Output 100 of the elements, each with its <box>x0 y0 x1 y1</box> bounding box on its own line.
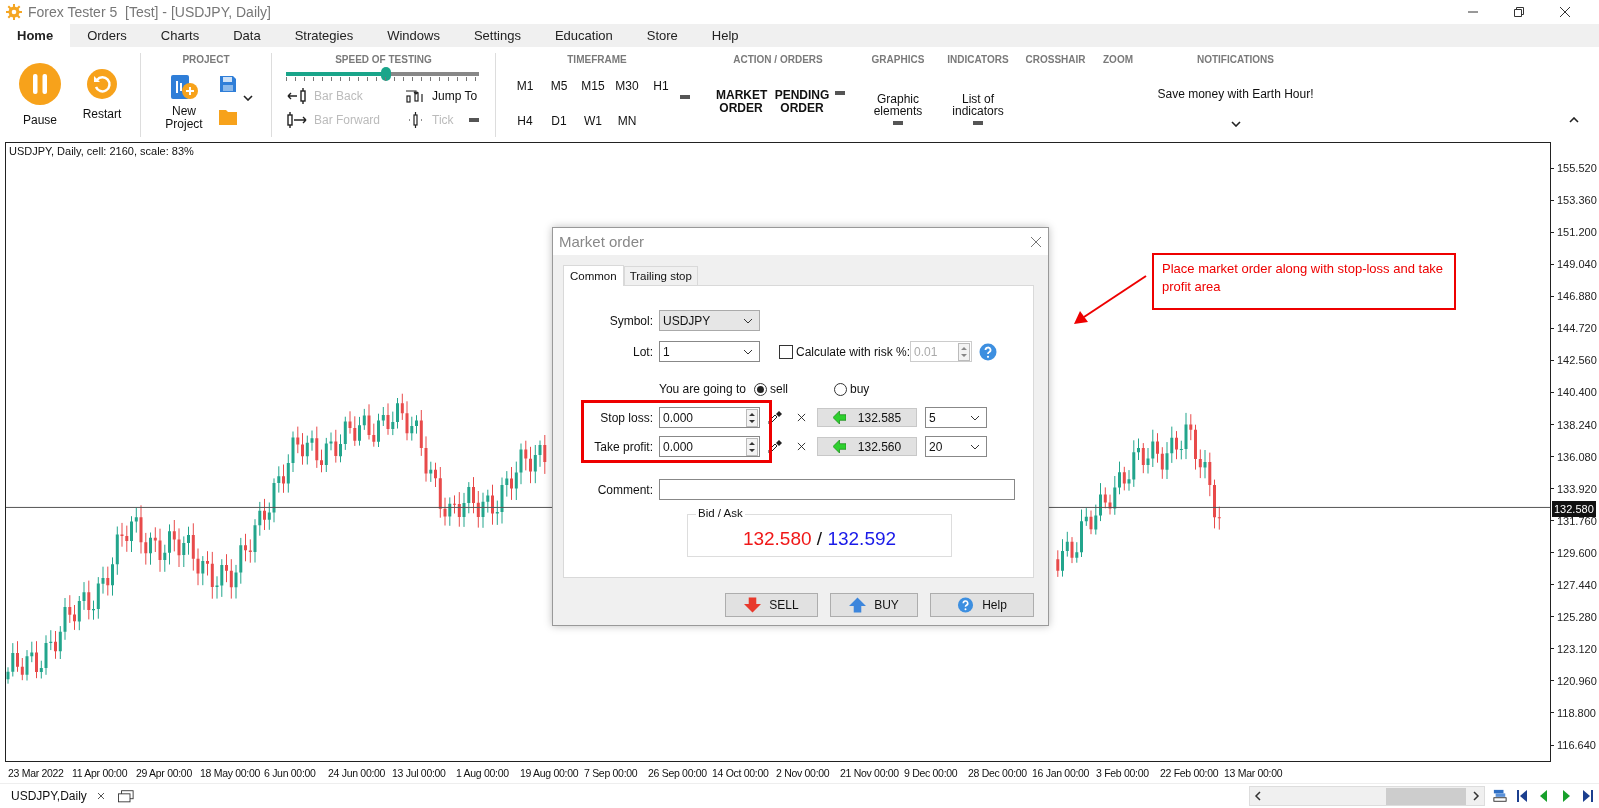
menu-tab[interactable]: Store <box>629 23 695 47</box>
menu-tab[interactable]: Settings <box>456 23 538 47</box>
field-label: Lot: <box>632 344 654 359</box>
date-label: 11 Apr 00:00 <box>72 766 129 779</box>
timeframe-button[interactable]: H4 <box>508 110 542 131</box>
eyedropper-icon[interactable] <box>768 439 782 454</box>
comment-field[interactable] <box>659 479 1015 501</box>
dialog-button[interactable]: BUY <box>830 593 918 618</box>
group-header: NOTIFICATIONS <box>1197 52 1274 67</box>
order-button[interactable]: PENDING ORDER <box>772 88 832 115</box>
timeframe-button[interactable]: M5 <box>542 75 576 96</box>
group-header: ZOOM <box>1103 52 1133 67</box>
radio-label: buy <box>849 382 870 397</box>
spinner-icon <box>746 437 758 456</box>
scroll-left-icon[interactable] <box>1254 791 1262 802</box>
windows-icon[interactable] <box>117 789 134 803</box>
date-label: 18 May 00:00 <box>200 766 262 779</box>
dialog-button[interactable]: Help <box>930 593 1034 618</box>
dialog-tab[interactable]: Common <box>563 265 624 287</box>
date-label: 3 Feb 00:00 <box>1096 766 1150 779</box>
menu-tab[interactable]: Strategies <box>277 23 371 47</box>
dialog-tab[interactable]: Trailing stop <box>623 266 698 286</box>
date-label: 19 Aug 00:00 <box>520 766 580 779</box>
more-icon[interactable] <box>469 117 479 122</box>
menu-tab[interactable]: Windows <box>370 23 457 47</box>
timeframe-button[interactable]: MN <box>610 110 644 131</box>
ribbon-button[interactable]: Restart <box>72 62 132 121</box>
new-project-button[interactable]: New Project <box>159 72 209 131</box>
chevron-down-icon <box>743 317 753 324</box>
step-button[interactable]: Jump To <box>404 86 496 105</box>
menu-tab[interactable]: Charts <box>143 23 217 47</box>
date-label: 2 Nov 00:00 <box>776 766 831 779</box>
timeframe-button[interactable]: D1 <box>542 110 576 131</box>
arrow-down-icon <box>744 597 762 614</box>
help-icon[interactable] <box>979 342 997 361</box>
chart-tab[interactable]: USDJPY,Daily <box>11 789 87 804</box>
spinner-icon <box>746 408 758 427</box>
save-icon[interactable] <box>219 74 237 93</box>
menu-tab[interactable]: Home <box>0 23 71 47</box>
clear-icon[interactable] <box>797 413 806 423</box>
notification-message: Save money with Earth Hour! <box>1157 86 1314 101</box>
scroll-right-icon[interactable] <box>1472 791 1480 802</box>
chevron-down-icon <box>970 414 980 421</box>
bid-ask-quote: 132.580 / 132.592 <box>742 527 897 550</box>
last-icon[interactable] <box>1581 789 1595 804</box>
menu-tab[interactable]: Data <box>216 23 278 47</box>
more-icon[interactable] <box>893 120 903 125</box>
pause-icon <box>19 62 61 105</box>
more-icon[interactable] <box>973 120 983 125</box>
group-header: PROJECT <box>182 52 230 67</box>
first-icon[interactable] <box>1515 789 1529 804</box>
graphic-elements-button[interactable]: Graphic elements <box>867 92 929 117</box>
lot-dropdown[interactable]: 1 <box>659 341 760 363</box>
points-dropdown[interactable]: 20 <box>925 436 987 458</box>
points-dropdown[interactable]: 5 <box>925 407 987 429</box>
chevron-down-icon[interactable] <box>243 94 253 101</box>
menu-tab[interactable]: Help <box>694 23 756 47</box>
field-label: Stop loss: <box>599 410 654 425</box>
price-button[interactable]: 132.560 <box>817 437 917 457</box>
timeframe-button[interactable]: M15 <box>576 75 610 96</box>
more-icon[interactable] <box>680 94 690 99</box>
timeframe-button[interactable]: M1 <box>508 75 542 96</box>
group-header: CROSSHAIR <box>1025 52 1086 67</box>
group-label: Bid / Ask <box>696 507 745 520</box>
radio-label: sell <box>769 382 788 397</box>
price-button[interactable]: 132.585 <box>817 408 917 428</box>
timeframe-button[interactable]: W1 <box>576 110 610 131</box>
date-label: 24 Jun 00:00 <box>328 766 387 779</box>
group-header: INDICATORS <box>947 52 1009 67</box>
field-label: Comment: <box>596 482 654 497</box>
timeframe-button[interactable]: H1 <box>644 75 678 96</box>
indicators-button[interactable]: List of indicators <box>947 92 1009 117</box>
chevron-down-icon[interactable] <box>1230 120 1241 127</box>
collapse-icon[interactable] <box>1569 116 1579 123</box>
group-header: SPEED OF TESTING <box>334 52 433 67</box>
horizontal-scrollbar[interactable] <box>1249 786 1485 807</box>
ribbon-button[interactable]: Pause <box>10 62 70 127</box>
menu-tab[interactable]: Orders <box>70 23 144 47</box>
charts-stack-icon[interactable] <box>1493 789 1507 804</box>
arrow-left-icon <box>832 411 846 425</box>
more-icon[interactable] <box>835 90 845 95</box>
eyedropper-icon[interactable] <box>768 410 782 425</box>
close-icon[interactable] <box>95 791 106 802</box>
date-label: 9 Dec 00:00 <box>904 766 959 779</box>
restore-icon[interactable] <box>1513 5 1525 18</box>
date-label: 1 Aug 00:00 <box>456 766 510 779</box>
clear-icon[interactable] <box>797 442 806 452</box>
date-label: 29 Apr 00:00 <box>136 766 193 779</box>
menu-tab[interactable]: Education <box>537 23 630 47</box>
timeframe-button[interactable]: M30 <box>610 75 644 96</box>
symbol-dropdown[interactable]: USDJPY <box>659 310 760 332</box>
dialog-button[interactable]: SELL <box>725 593 818 618</box>
date-label: 6 Jun 00:00 <box>264 766 317 779</box>
price-field[interactable]: 0.000 <box>659 436 760 458</box>
spinner-icon <box>958 342 970 361</box>
price-field[interactable]: 0.000 <box>659 407 760 429</box>
close-icon[interactable] <box>1559 5 1571 18</box>
order-button[interactable]: MARKET ORDER <box>716 88 766 115</box>
speed-slider[interactable] <box>286 66 479 81</box>
field-label: Symbol: <box>608 313 654 328</box>
